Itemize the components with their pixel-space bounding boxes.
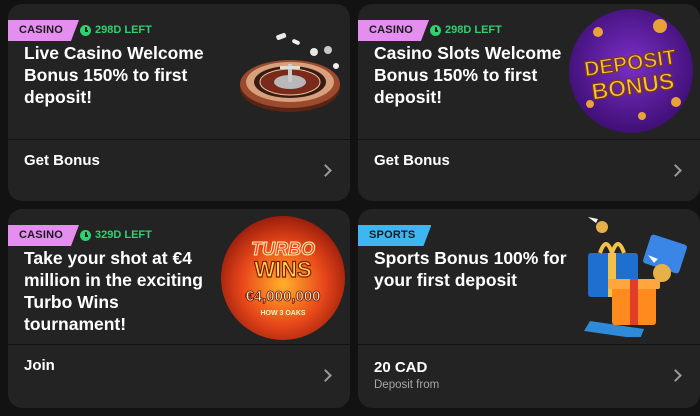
time-left-badge: 298D LEFT [80,21,152,40]
promo-card-sports-bonus[interactable]: SPORTS Sports Bonus 100% for your first … [358,209,700,408]
clock-icon [80,230,91,241]
promo-card-live-casino[interactable]: CASINO 298D LEFT Live Casino Welcome Bon… [8,4,350,201]
chevron-right-icon[interactable] [669,369,682,382]
chevron-right-icon[interactable] [319,369,332,382]
time-left-text: 298D LEFT [95,24,152,36]
promo-card-casino-slots[interactable]: CASINO 298D LEFT Casino Slots Welcome Bo… [358,4,700,201]
get-bonus-link[interactable]: Get Bonus [374,152,450,169]
time-left-badge: 298D LEFT [430,21,502,40]
card-divider [358,139,700,140]
join-link[interactable]: Join [24,357,55,374]
promo-title: Casino Slots Welcome Bonus 150% to first… [374,43,562,107]
badge-prize-amount: €4,000,000 [245,288,320,305]
badge-provider: HOW 3 OAKS [260,310,305,317]
roulette-wheel-icon [240,32,340,112]
card-divider [358,344,700,345]
category-tag: SPORTS [358,225,431,246]
time-left-badge: 329D LEFT [80,226,152,245]
promo-title: Take your shot at €4 million in the exci… [24,248,203,334]
min-deposit-label: Deposit from [374,379,440,391]
clock-icon [80,25,91,36]
promo-card-turbo-wins[interactable]: CASINO 329D LEFT Take your shot at €4 mi… [8,209,350,408]
chevron-right-icon[interactable] [669,164,682,177]
clock-icon [430,25,441,36]
chevron-right-icon[interactable] [319,164,332,177]
time-left-text: 298D LEFT [445,24,502,36]
min-deposit-amount[interactable]: 20 CAD [374,359,427,376]
card-divider [8,344,350,345]
promo-title: Live Casino Welcome Bonus 150% to first … [24,43,204,107]
gift-boxes-icon [584,217,687,337]
card-divider [8,139,350,140]
category-tag: CASINO [8,20,79,41]
deposit-bonus-badge: DEPOSIT BONUS [569,9,693,133]
badge-word-turbo: TURBO [251,239,315,259]
category-tag: CASINO [8,225,79,246]
category-tag: CASINO [358,20,429,41]
time-left-text: 329D LEFT [95,229,152,241]
badge-word-wins: WINS [254,257,311,282]
promo-title: Sports Bonus 100% for your first deposit [374,248,567,290]
get-bonus-link[interactable]: Get Bonus [24,152,100,169]
turbo-wins-badge: TURBO WINS €4,000,000 HOW 3 OAKS [221,216,345,340]
